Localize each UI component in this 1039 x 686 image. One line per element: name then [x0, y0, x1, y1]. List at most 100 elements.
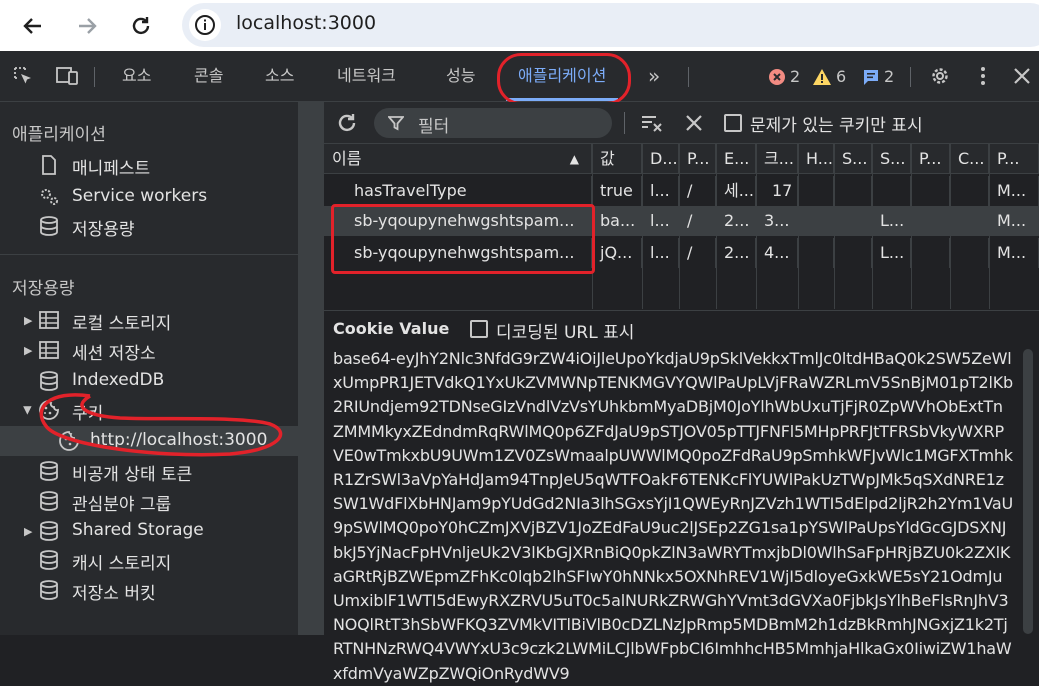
sidebar-item-storage[interactable]: 저장용량 [0, 211, 298, 241]
cell-name: sb-yqoupynehwgshtspam... [324, 238, 592, 268]
col-header-size[interactable]: 크... [756, 144, 798, 174]
message-count[interactable]: 2 [862, 67, 894, 86]
cookies-toolbar: 필터 문제가 있는 쿠키만 표시 [324, 102, 1039, 144]
col-header-partition[interactable]: P... [911, 144, 950, 174]
device-toolbar-icon[interactable] [54, 65, 80, 91]
sidebar-item-local-storage[interactable]: ▶ 로컬 스토리지 [0, 305, 298, 335]
cell-partition [911, 176, 950, 206]
cell-secure [834, 206, 872, 236]
reload-icon[interactable] [123, 8, 159, 44]
close-devtools-icon[interactable] [1012, 66, 1032, 90]
devtools-tabbar: 요소 콘솔 소스 네트워크 성능 애플리케이션 » 2 6 2 [0, 51, 1039, 105]
sidebar-item-session-storage[interactable]: ▶ 세션 저장소 [0, 335, 298, 365]
cell-priority: M... [989, 206, 1039, 236]
col-header-httponly[interactable]: H... [798, 144, 834, 174]
cell-path: / [679, 176, 716, 206]
cell-partition [911, 238, 950, 268]
decode-url-checkbox[interactable] [470, 320, 488, 338]
expand-triangle-icon[interactable]: ▶ [24, 525, 32, 538]
tab-console[interactable]: 콘솔 [194, 51, 223, 101]
clear-all-icon[interactable] [640, 112, 664, 138]
cell-path: / [679, 206, 716, 236]
sidebar-item-interest-groups[interactable]: 관심분야 그룹 [0, 486, 298, 516]
cell-samesite: L... [872, 238, 911, 268]
expand-triangle-icon[interactable]: ▶ [24, 344, 32, 357]
sidebar-item-shared-storage[interactable]: ▶ Shared Storage [0, 516, 298, 546]
cell-name: sb-yqoupynehwgshtspam... [324, 206, 592, 236]
cell-partition [911, 206, 950, 236]
sidebar-item-service-workers[interactable]: Service workers [0, 182, 298, 212]
table-grid-icon [38, 340, 60, 360]
cell-priority: M... [989, 176, 1039, 206]
cell-httponly [798, 206, 834, 236]
col-header-expires[interactable]: E... [716, 144, 756, 174]
expand-triangle-icon[interactable]: ▶ [24, 314, 32, 327]
refresh-icon[interactable] [336, 112, 358, 138]
delete-selected-icon[interactable] [684, 113, 704, 137]
cell-secure [834, 176, 872, 206]
error-count[interactable]: 2 [768, 67, 800, 86]
site-info-icon[interactable] [189, 9, 221, 41]
col-header-secure[interactable]: S... [834, 144, 872, 174]
tab-sources[interactable]: 소스 [265, 51, 294, 101]
cell-expires: 세... [716, 176, 756, 206]
cookie-value-scrollbar[interactable] [1023, 349, 1033, 634]
col-header-priority[interactable]: P... [989, 144, 1039, 174]
cookies-table: 이름 ▲ 값 D... P... E... 크... H... S... S...… [324, 144, 1039, 309]
cookie-value-text[interactable]: base64-eyJhY2Nlc3NfdG9rZW4iOiJleUpoYkdja… [333, 347, 1013, 686]
tab-network[interactable]: 네트워크 [337, 51, 396, 101]
tab-application[interactable]: 애플리케이션 [506, 51, 619, 101]
cell-value: jQ... [592, 238, 642, 268]
cell-samesite [872, 176, 911, 206]
error-icon [769, 68, 785, 85]
sidebar-item-storage-buckets[interactable]: 저장소 버킷 [0, 575, 298, 605]
col-header-value[interactable]: 값 [592, 144, 642, 174]
sidebar-item-manifest[interactable]: 매니페스트 [0, 150, 298, 180]
sort-ascending-icon: ▲ [569, 152, 579, 166]
inspect-element-icon[interactable] [12, 65, 34, 91]
cell-secure [834, 238, 872, 268]
table-row[interactable]: hasTravelType true l... / 세... 17 M... [324, 176, 1039, 206]
sidebar-item-cache-storage[interactable]: 캐시 스토리지 [0, 545, 298, 575]
warning-count[interactable]: 6 [812, 67, 846, 86]
section-storage: 저장용량 [12, 279, 75, 299]
tab-elements[interactable]: 요소 [122, 51, 151, 101]
warning-icon [813, 68, 831, 85]
cell-size: 3... [756, 206, 798, 236]
cell-samesite: L... [872, 206, 911, 236]
table-row[interactable]: sb-yqoupynehwgshtspam... ba... l... / 2.… [324, 206, 1039, 236]
section-application: 애플리케이션 [12, 125, 106, 145]
col-header-domain[interactable]: D... [642, 144, 679, 174]
decode-url-label: 디코딩된 URL 표시 [496, 323, 635, 343]
cell-size: 4... [756, 238, 798, 268]
message-icon [864, 69, 878, 85]
database-icon [38, 461, 60, 481]
forward-arrow-icon[interactable] [69, 8, 105, 44]
table-grid-icon [38, 310, 60, 330]
cell-crosssite [950, 206, 989, 236]
sidebar-resizer[interactable] [298, 102, 324, 635]
table-row[interactable]: sb-yqoupynehwgshtspam... jQ... l... / 2.… [324, 238, 1039, 268]
gears-icon [38, 187, 60, 207]
more-tabs-icon[interactable]: » [648, 51, 660, 101]
table-header-row: 이름 ▲ 값 D... P... E... 크... H... S... S...… [324, 144, 1039, 174]
filter-input[interactable]: 필터 [374, 108, 612, 138]
col-header-samesite[interactable]: S... [872, 144, 911, 174]
url-text: localhost:3000 [236, 12, 377, 34]
tab-performance[interactable]: 성능 [446, 51, 475, 101]
cell-expires: 2... [716, 238, 756, 268]
cell-httponly [798, 238, 834, 268]
only-issues-checkbox[interactable] [724, 114, 742, 132]
col-header-path[interactable]: P... [679, 144, 716, 174]
cell-value: ba... [592, 206, 642, 236]
cell-httponly [798, 176, 834, 206]
kebab-menu-icon[interactable] [976, 65, 990, 91]
back-arrow-icon[interactable] [15, 8, 51, 44]
cell-crosssite [950, 176, 989, 206]
cell-priority: M... [989, 238, 1039, 268]
col-header-name[interactable]: 이름 ▲ [324, 144, 592, 174]
settings-gear-icon[interactable] [929, 65, 951, 91]
browser-toolbar: localhost:3000 [0, 0, 1039, 51]
col-header-crosssite[interactable]: C... [950, 144, 989, 174]
database-icon [38, 580, 60, 600]
